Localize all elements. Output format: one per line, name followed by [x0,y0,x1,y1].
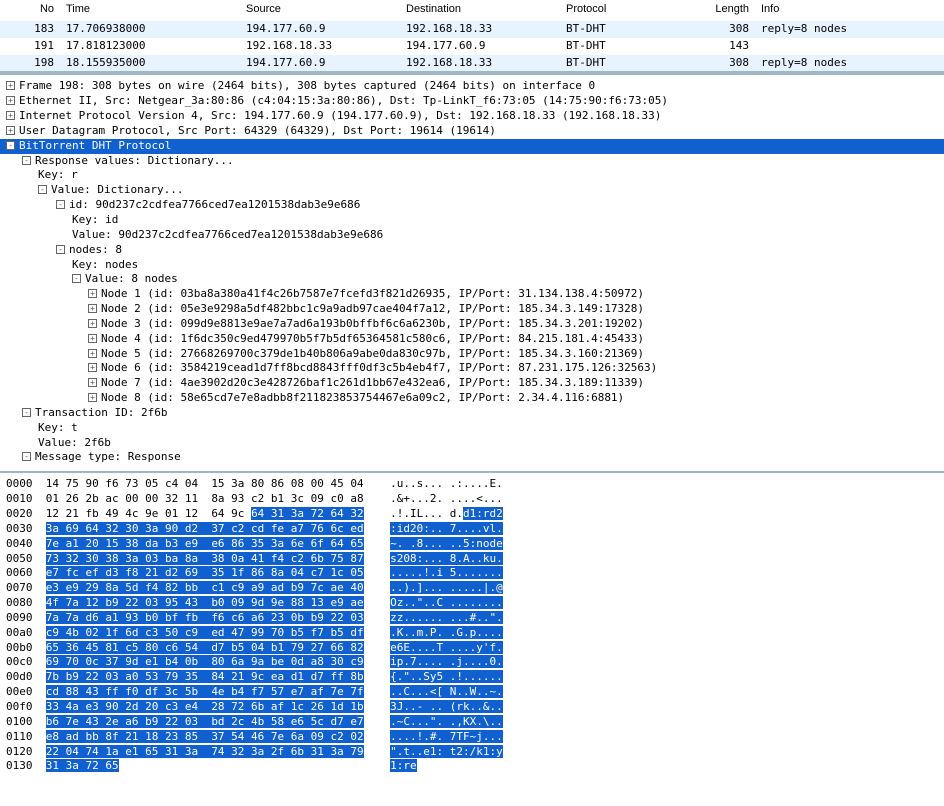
expand-icon[interactable] [88,349,97,358]
col-prot[interactable]: Protocol [560,0,700,21]
tree-ip[interactable]: Internet Protocol Version 4, Src: 194.17… [0,109,944,124]
expand-icon[interactable] [88,363,97,372]
tree-nodes-key[interactable]: Key: nodes [0,258,944,273]
tree-node-6[interactable]: Node 6 (id: 3584219cead1d7ff8bcd8843fff0… [0,361,944,376]
col-dst[interactable]: Destination [400,0,560,21]
col-no[interactable]: No [0,0,60,21]
collapse-icon[interactable] [56,200,65,209]
expand-icon[interactable] [6,111,15,120]
tree-txid[interactable]: Transaction ID: 2f6b [0,406,944,421]
packet-row-selected[interactable]: 198 18.155935000 194.177.60.9 192.168.18… [0,55,944,72]
col-src[interactable]: Source [240,0,400,21]
hex-line[interactable]: 0080 4f 7a 12 b9 22 03 95 43 b0 09 9d 9e… [6,596,944,611]
tree-id-val[interactable]: Value: 90d237c2cdfea7766ced7ea1201538dab… [0,228,944,243]
tree-node-1[interactable]: Node 1 (id: 03ba8a380a41f4c26b7587e7fcef… [0,287,944,302]
hex-line[interactable]: 00c0 69 70 0c 37 9d e1 b4 0b 80 6a 9a be… [6,655,944,670]
col-time[interactable]: Time [60,0,240,21]
tree-value-dict[interactable]: Value: Dictionary... [0,183,944,198]
tree-nodes-val[interactable]: Value: 8 nodes [0,272,944,287]
tree-node-4[interactable]: Node 4 (id: 1f6dc350c9ed479970b5f7b5df65… [0,332,944,347]
collapse-icon[interactable] [22,452,31,461]
hex-pane[interactable]: 0000 14 75 90 f6 73 05 c4 04 15 3a 80 86… [0,471,944,778]
tree-id-key[interactable]: Key: id [0,213,944,228]
hex-line[interactable]: 0120 22 04 74 1a e1 65 31 3a 74 32 3a 2f… [6,745,944,760]
tree-response[interactable]: Response values: Dictionary... [0,154,944,169]
hex-line[interactable]: 00e0 cd 88 43 ff f0 df 3c 5b 4e b4 f7 57… [6,685,944,700]
col-info[interactable]: Info [755,0,944,21]
collapse-icon[interactable] [56,245,65,254]
expand-icon[interactable] [88,393,97,402]
expand-icon[interactable] [6,126,15,135]
tree-ethernet[interactable]: Ethernet II, Src: Netgear_3a:80:86 (c4:0… [0,94,944,109]
col-len[interactable]: Length [700,0,755,21]
hex-line[interactable]: 00a0 c9 4b 02 1f 6d c3 50 c9 ed 47 99 70… [6,626,944,641]
tree-btdht-selected[interactable]: BitTorrent DHT Protocol [0,139,944,154]
hex-line[interactable]: 0130 31 3a 72 65 1:re [6,759,944,774]
tree-node-7[interactable]: Node 7 (id: 4ae3902d20c3e428726baf1c261d… [0,376,944,391]
hex-line[interactable]: 0050 73 32 30 38 3a 03 ba 8a 38 0a 41 f4… [6,552,944,567]
hex-line[interactable]: 0070 e3 e9 29 8a 5d f4 82 bb c1 c9 a9 ad… [6,581,944,596]
collapse-icon[interactable] [6,141,15,150]
hex-line[interactable]: 0040 7e a1 20 15 38 da b3 e9 e6 86 35 3a… [6,537,944,552]
packet-row[interactable]: 183 17.706938000 194.177.60.9 192.168.18… [0,21,944,38]
tree-msgtype[interactable]: Message type: Response [0,450,944,465]
hex-line[interactable]: 0020 12 21 fb 49 4c 9e 01 12 64 9c 64 31… [6,507,944,522]
tree-nodes[interactable]: nodes: 8 [0,243,944,258]
tree-node-5[interactable]: Node 5 (id: 27668269700c379de1b40b806a9a… [0,347,944,362]
hex-line[interactable]: 0090 7a 7a d6 a1 93 b0 bf fb f6 c6 a6 23… [6,611,944,626]
tree-node-2[interactable]: Node 2 (id: 05e3e9298a5df482bbc1c9a9adb9… [0,302,944,317]
hex-line[interactable]: 0100 b6 7e 43 2e a6 b9 22 03 bd 2c 4b 58… [6,715,944,730]
expand-icon[interactable] [6,81,15,90]
collapse-icon[interactable] [38,185,47,194]
expand-icon[interactable] [88,289,97,298]
packet-list[interactable]: No Time Source Destination Protocol Leng… [0,0,944,73]
hex-line[interactable]: 0110 e8 ad bb 8f 21 18 23 85 37 54 46 7e… [6,730,944,745]
collapse-icon[interactable] [72,274,81,283]
tree-node-3[interactable]: Node 3 (id: 099d9e8813e9ae7a7ad6a193b0bf… [0,317,944,332]
hex-line[interactable]: 00d0 7b b9 22 03 a0 53 79 35 84 21 9c ea… [6,670,944,685]
expand-icon[interactable] [88,334,97,343]
packet-details-tree[interactable]: Frame 198: 308 bytes on wire (2464 bits)… [0,73,944,471]
tree-node-8[interactable]: Node 8 (id: 58e65cd7e7e8adbb8f2118238537… [0,391,944,406]
hex-line[interactable]: 00f0 33 4a e3 90 2d 20 c3 e4 28 72 6b af… [6,700,944,715]
expand-icon[interactable] [6,96,15,105]
hex-line[interactable]: 0060 e7 fc ef d3 f8 21 d2 69 35 1f 86 8a… [6,566,944,581]
hex-line[interactable]: 0030 3a 69 64 32 30 3a 90 d2 37 c2 cd fe… [6,522,944,537]
expand-icon[interactable] [88,319,97,328]
tree-txid-key[interactable]: Key: t [0,421,944,436]
packet-list-header[interactable]: No Time Source Destination Protocol Leng… [0,0,944,21]
tree-id[interactable]: id: 90d237c2cdfea7766ced7ea1201538dab3e9… [0,198,944,213]
tree-udp[interactable]: User Datagram Protocol, Src Port: 64329 … [0,124,944,139]
tree-key-r[interactable]: Key: r [0,168,944,183]
expand-icon[interactable] [88,304,97,313]
hex-line[interactable]: 0010 01 26 2b ac 00 00 32 11 8a 93 c2 b1… [6,492,944,507]
hex-line[interactable]: 0000 14 75 90 f6 73 05 c4 04 15 3a 80 86… [6,477,944,492]
collapse-icon[interactable] [22,156,31,165]
hex-line[interactable]: 00b0 65 36 45 81 c5 80 c6 54 d7 b5 04 b1… [6,641,944,656]
expand-icon[interactable] [88,378,97,387]
tree-frame[interactable]: Frame 198: 308 bytes on wire (2464 bits)… [0,79,944,94]
collapse-icon[interactable] [22,408,31,417]
packet-row[interactable]: 191 17.818123000 192.168.18.33 194.177.6… [0,38,944,55]
tree-txid-val[interactable]: Value: 2f6b [0,436,944,451]
